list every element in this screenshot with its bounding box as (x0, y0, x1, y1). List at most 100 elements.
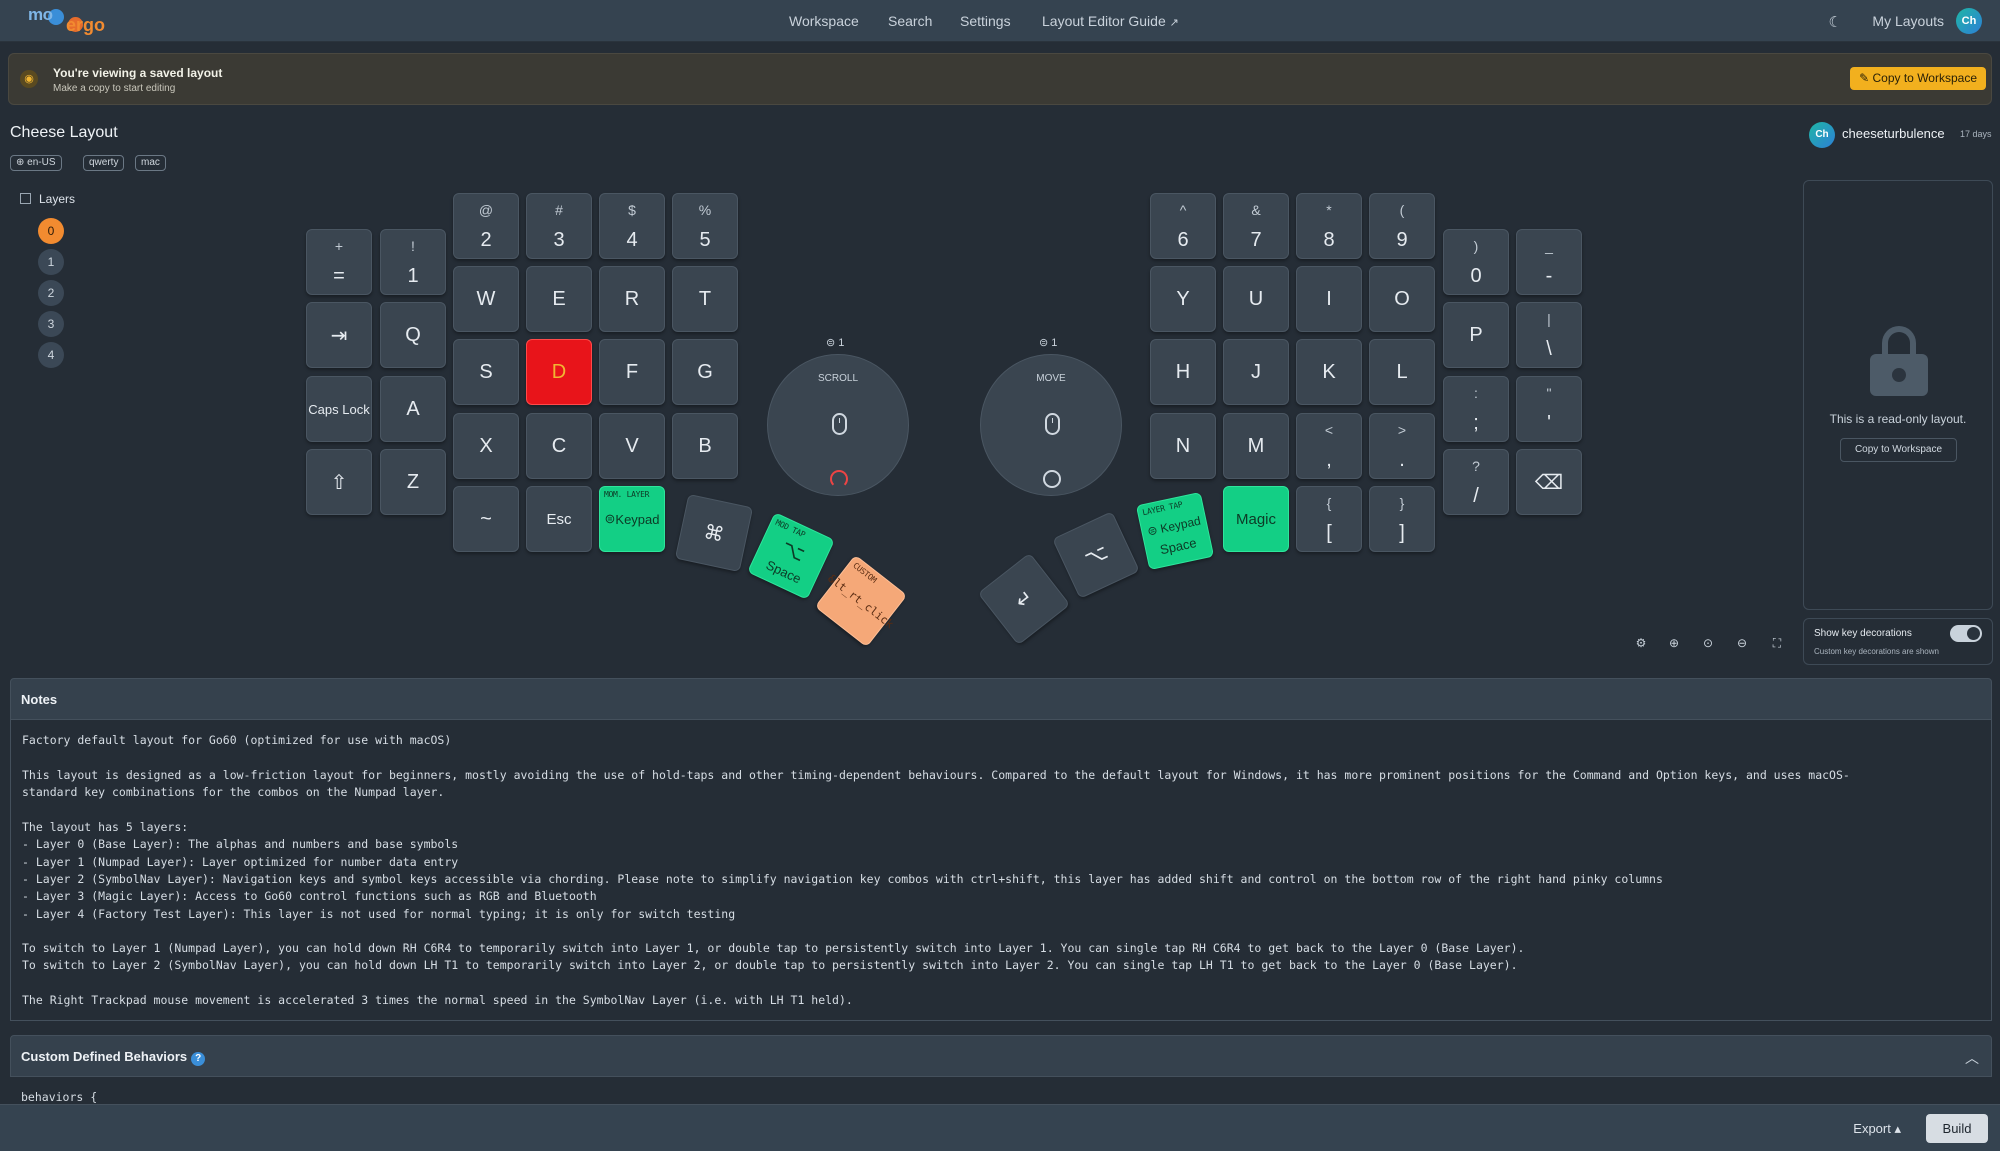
nav-settings[interactable]: Settings (960, 13, 1011, 29)
key-m[interactable]: M (1223, 413, 1289, 479)
key-backspace[interactable]: ⌫ (1516, 449, 1582, 515)
key-main-legend: , (1326, 449, 1332, 471)
key-9[interactable]: (9 (1369, 193, 1435, 259)
behaviors-code-line: behaviors { (21, 1090, 98, 1104)
key-left-bracket[interactable]: {[ (1296, 486, 1362, 552)
zoom-reset-icon[interactable]: ⊙ (1701, 636, 1715, 650)
build-button[interactable]: Build (1926, 1114, 1988, 1143)
nav-workspace[interactable]: Workspace (789, 13, 859, 29)
key-z[interactable]: Z (380, 449, 446, 515)
layer-0-button[interactable]: 0 (38, 218, 64, 244)
key-layer-tap-keypad-space[interactable]: LAYER TAP ⊜ Keypad Space (1135, 491, 1215, 571)
key-d-selected[interactable]: D (526, 339, 592, 405)
key-g[interactable]: G (672, 339, 738, 405)
external-link-icon: ↗ (1169, 17, 1179, 29)
key-esc[interactable]: Esc (526, 486, 592, 552)
key-j[interactable]: J (1223, 339, 1289, 405)
key-slash[interactable]: ? / (1443, 449, 1509, 515)
key-minus[interactable]: _ - (1516, 229, 1582, 295)
key-right-bracket[interactable]: }] (1369, 486, 1435, 552)
key-x[interactable]: X (453, 413, 519, 479)
moon-icon[interactable]: ☾ (1829, 13, 1842, 31)
key-l[interactable]: L (1369, 339, 1435, 405)
notes-line: Factory default layout for Go60 (optimiz… (22, 733, 452, 747)
key-s[interactable]: S (453, 339, 519, 405)
key-o[interactable]: O (1369, 266, 1435, 332)
key-main-legend: ] (1399, 522, 1405, 544)
notes-line: To switch to Layer 2 (SymbolNav Layer), … (22, 958, 1518, 972)
zoom-in-icon[interactable]: ⊕ (1667, 636, 1681, 650)
key-equals[interactable]: + = (306, 229, 372, 295)
key-0[interactable]: ) 0 (1443, 229, 1509, 295)
key-caps-lock[interactable]: Caps Lock (306, 376, 372, 442)
key-magic[interactable]: Magic (1223, 486, 1289, 552)
logo[interactable]: mo ergo (28, 5, 128, 37)
key-semicolon[interactable]: :; (1443, 376, 1509, 442)
help-icon[interactable]: ? (191, 1052, 206, 1066)
key-k[interactable]: K (1296, 339, 1362, 405)
key-7[interactable]: & 7 (1223, 193, 1289, 259)
key-c[interactable]: C (526, 413, 592, 479)
key-period[interactable]: >. (1369, 413, 1435, 479)
key-3[interactable]: #3 (526, 193, 592, 259)
owner-info[interactable]: Ch cheeseturbulence 17 days (1809, 122, 1994, 148)
key-enter[interactable]: ↵ (977, 552, 1071, 646)
key-q[interactable]: Q (380, 302, 446, 368)
trackball-right[interactable]: MOVE (980, 354, 1122, 496)
key-t[interactable]: T (672, 266, 738, 332)
key-a[interactable]: A (380, 376, 446, 442)
fit-screen-icon[interactable]: ⛶ (1770, 636, 1784, 650)
layer-2-button[interactable]: 2 (38, 280, 64, 306)
copy-to-workspace-secondary-button[interactable]: Copy to Workspace (1840, 438, 1957, 462)
scroll-gauge-icon (830, 470, 848, 488)
key-option[interactable]: ⌥ (1052, 511, 1140, 599)
key-tilde[interactable]: ~ (453, 486, 519, 552)
key-r[interactable]: R (599, 266, 665, 332)
key-custom-rt-click[interactable]: CUSTOM &lt_rt_click (814, 554, 908, 648)
copy-to-workspace-button[interactable]: ✎ Copy to Workspace (1850, 67, 1986, 90)
key-v[interactable]: V (599, 413, 665, 479)
key-f[interactable]: F (599, 339, 665, 405)
nav-layout-editor-guide[interactable]: Layout Editor Guide ↗ (1042, 13, 1179, 29)
settings-icon[interactable]: ⚙ (1634, 636, 1648, 650)
key-1[interactable]: ! 1 (380, 229, 446, 295)
decorations-toggle[interactable] (1950, 625, 1982, 642)
key-quote[interactable]: " ' (1516, 376, 1582, 442)
layer-3-button[interactable]: 3 (38, 311, 64, 337)
key-command[interactable]: ⌘ (674, 493, 754, 573)
chevron-up-icon[interactable]: ︿ (1965, 1048, 1979, 1068)
key-i[interactable]: I (1296, 266, 1362, 332)
key-n[interactable]: N (1150, 413, 1216, 479)
key-top-legend: | (1547, 311, 1551, 327)
nav-search[interactable]: Search (888, 13, 932, 29)
key-mod-tap-option-space[interactable]: MOD TAP ⌥ Space (747, 512, 835, 600)
key-w[interactable]: W (453, 266, 519, 332)
layer-4-button[interactable]: 4 (38, 342, 64, 368)
export-button[interactable]: Export ▴ (1853, 1121, 1901, 1137)
my-layouts-link[interactable]: My Layouts (1872, 13, 1944, 29)
key-top-legend: > (1397, 422, 1407, 438)
key-h[interactable]: H (1150, 339, 1216, 405)
key-y[interactable]: Y (1150, 266, 1216, 332)
key-8[interactable]: * 8 (1296, 193, 1362, 259)
key-b[interactable]: B (672, 413, 738, 479)
key-6[interactable]: ^ 6 (1150, 193, 1216, 259)
key-2[interactable]: @2 (453, 193, 519, 259)
notes-textarea[interactable]: Factory default layout for Go60 (optimiz… (10, 720, 1992, 1021)
zoom-out-icon[interactable]: ⊖ (1735, 636, 1749, 650)
key-5[interactable]: % 5 (672, 193, 738, 259)
key-backslash[interactable]: | \ (1516, 302, 1582, 368)
key-main-legend: - (1545, 265, 1553, 287)
key-shift[interactable]: ⇧ (306, 449, 372, 515)
key-p[interactable]: P (1443, 302, 1509, 368)
avatar[interactable]: Ch (1956, 8, 1982, 34)
layer-1-button[interactable]: 1 (38, 249, 64, 275)
trackball-left[interactable]: SCROLL (767, 354, 909, 496)
key-comma[interactable]: <, (1296, 413, 1362, 479)
key-u[interactable]: U (1223, 266, 1289, 332)
key-4[interactable]: $4 (599, 193, 665, 259)
behaviors-header[interactable]: Custom Defined Behaviors? ︿ (10, 1035, 1992, 1077)
key-e[interactable]: E (526, 266, 592, 332)
key-mom-layer-keypad[interactable]: MOM. LAYER ⊜ Keypad (599, 486, 665, 552)
key-tab[interactable]: ⇥ (306, 302, 372, 368)
